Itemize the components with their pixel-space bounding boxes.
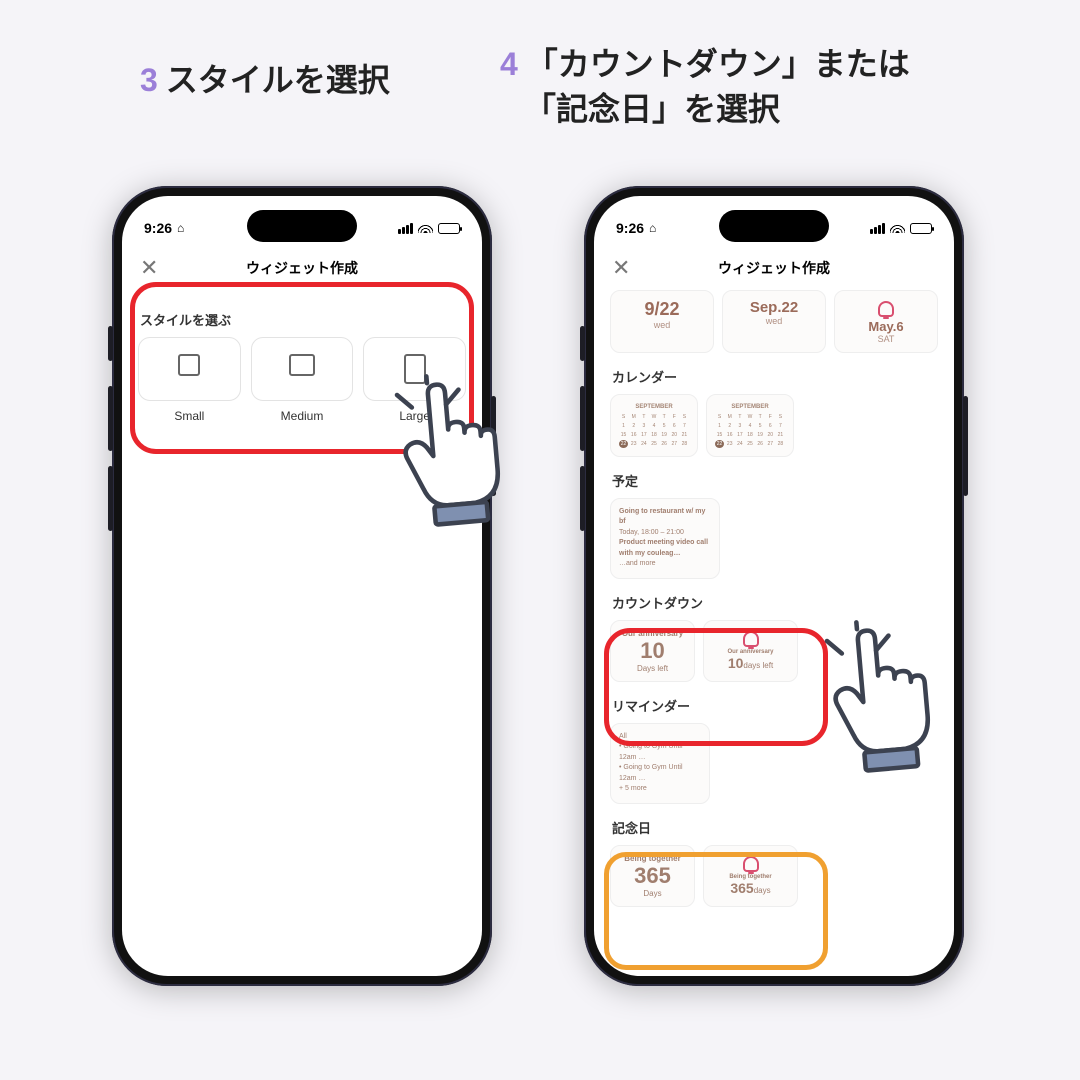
nav-bar: ✕ ウィジェット作成 bbox=[594, 250, 954, 286]
nav-bar: ✕ ウィジェット作成 bbox=[122, 250, 482, 286]
anniversary-card-1[interactable]: Being together 365 Days bbox=[610, 845, 695, 907]
battery-icon bbox=[438, 223, 460, 234]
step-4-text-line2: 「記念日」を選択 bbox=[524, 91, 780, 127]
dynamic-island bbox=[719, 210, 829, 242]
reminder-header: リマインダー bbox=[612, 696, 938, 715]
bell-icon bbox=[878, 301, 894, 317]
home-indicator-icon: ⌂ bbox=[649, 221, 656, 235]
calendar-card-2[interactable]: SEPTEMBER SMTWTFS 1234567 15161718192021… bbox=[706, 394, 794, 457]
style-section-header: スタイルを選ぶ bbox=[140, 310, 466, 329]
home-indicator-icon: ⌂ bbox=[177, 221, 184, 235]
status-time: 9:26 bbox=[144, 220, 172, 236]
close-button[interactable]: ✕ bbox=[612, 255, 630, 281]
bell-icon bbox=[743, 631, 759, 647]
screen-left: 9:26 ⌂ ✕ ウィジェット作成 スタイルを選ぶ Small Medium bbox=[122, 196, 482, 976]
anniversary-card-2[interactable]: Being together 365days bbox=[703, 845, 798, 907]
date-card-1[interactable]: 9/22 wed bbox=[610, 290, 714, 353]
style-label-medium: Medium bbox=[251, 409, 354, 423]
date-card-3[interactable]: May.6 SAT bbox=[834, 290, 938, 353]
countdown-header: カウントダウン bbox=[612, 593, 938, 612]
countdown-card-2[interactable]: Our anniversary 10days left bbox=[703, 620, 798, 682]
signal-icon bbox=[398, 223, 413, 234]
page-title: ウィジェット作成 bbox=[246, 258, 358, 278]
page-title: ウィジェット作成 bbox=[718, 258, 830, 278]
status-time: 9:26 bbox=[616, 220, 644, 236]
step-4-text-line1: 「カウントダウン」または bbox=[526, 46, 910, 82]
reminder-card[interactable]: All • Going to Gym Until 12am … • Going … bbox=[610, 723, 710, 804]
step-3-number: 3 bbox=[140, 62, 158, 98]
step-3-text: スタイルを選択 bbox=[166, 62, 390, 98]
schedule-header: 予定 bbox=[612, 471, 938, 490]
wifi-icon bbox=[418, 220, 433, 236]
date-card-2[interactable]: Sep.22 wed bbox=[722, 290, 826, 353]
anniversary-header: 記念日 bbox=[612, 818, 938, 837]
step-3-caption: 3スタイルを選択 bbox=[140, 58, 390, 103]
wifi-icon bbox=[890, 220, 905, 236]
calendar-header: カレンダー bbox=[612, 367, 938, 386]
calendar-card-1[interactable]: SEPTEMBER SMTWTFS 1234567 15161718192021… bbox=[610, 394, 698, 457]
countdown-card-1[interactable]: Our anniversary 10 Days left bbox=[610, 620, 695, 682]
screen-right: 9:26 ⌂ ✕ ウィジェット作成 9/22 wed Sep.22 bbox=[594, 196, 954, 976]
dynamic-island bbox=[247, 210, 357, 242]
style-option-small[interactable] bbox=[138, 337, 241, 401]
style-option-large[interactable] bbox=[363, 337, 466, 401]
phone-frame-left: 9:26 ⌂ ✕ ウィジェット作成 スタイルを選ぶ Small Medium bbox=[112, 186, 492, 986]
phone-frame-right: 9:26 ⌂ ✕ ウィジェット作成 9/22 wed Sep.22 bbox=[584, 186, 964, 986]
battery-icon bbox=[910, 223, 932, 234]
step-4-caption: 4「カウントダウン」または 「記念日」を選択 bbox=[500, 42, 910, 132]
schedule-card[interactable]: Going to restaurant w/ my bf Today, 18:0… bbox=[610, 498, 720, 579]
close-button[interactable]: ✕ bbox=[140, 255, 158, 281]
style-label-large: Large bbox=[363, 409, 466, 423]
style-option-medium[interactable] bbox=[251, 337, 354, 401]
style-label-small: Small bbox=[138, 409, 241, 423]
signal-icon bbox=[870, 223, 885, 234]
step-4-number: 4 bbox=[500, 46, 518, 82]
bell-icon bbox=[743, 856, 759, 872]
